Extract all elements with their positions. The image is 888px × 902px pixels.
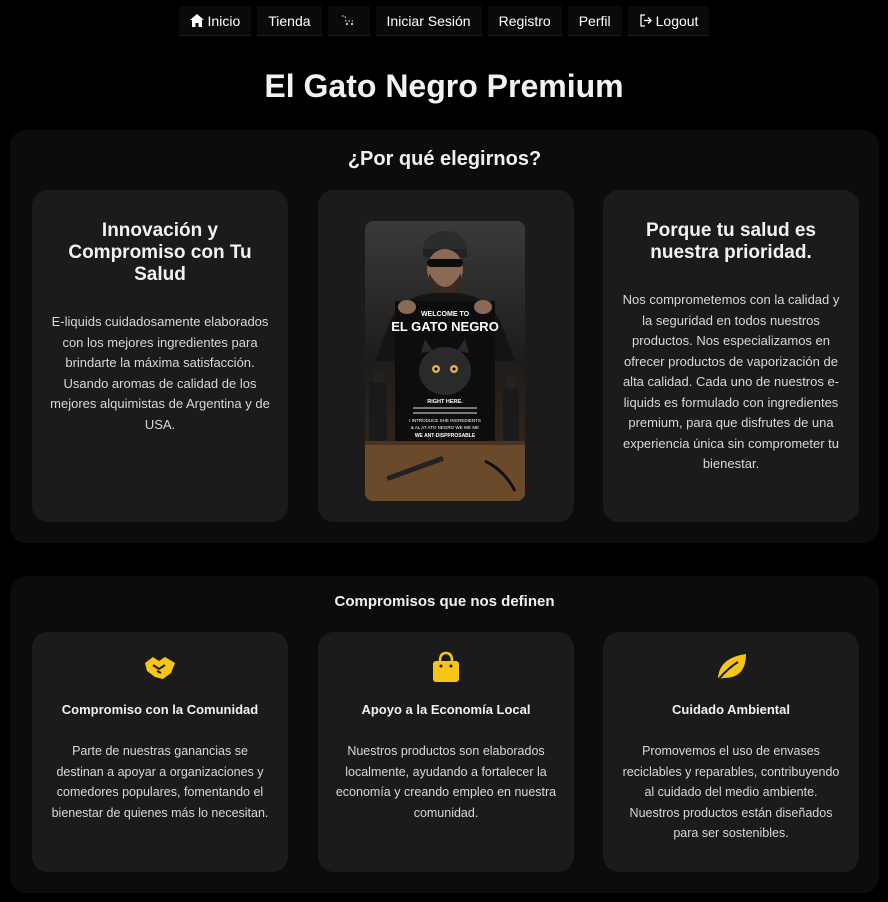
page-title: El Gato Negro Premium [264,68,624,104]
promo-poster-image: WELCOME TO EL GATO NEGRO RIGHT HERE. I I… [365,221,525,501]
poster-text-2: EL GATO NEGRO [391,319,499,334]
nav-login[interactable]: Iniciar Sesión [375,6,482,36]
poster-card: WELCOME TO EL GATO NEGRO RIGHT HERE. I I… [318,190,574,522]
community-card: Compromiso con la Comunidad Parte de nue… [32,632,288,872]
handshake-icon [48,650,272,684]
nav-register[interactable]: Registro [487,6,562,36]
local-economy-card-text: Nuestros productos son elaborados localm… [335,744,557,820]
poster-text-4: I INTRODUCE SHE INGREDIENTS [409,418,481,423]
local-economy-card: Apoyo a la Economía Local Nuestros produ… [318,632,574,872]
health-card-text: Nos comprometemos con la calidad y la se… [622,292,840,471]
leaf-icon [619,650,843,684]
logout-icon [639,14,652,27]
innovation-card-text: E-liquids cuidadosamente elaborados con … [50,314,270,432]
nav-cart[interactable] [327,6,370,36]
why-section-title: ¿Por qué elegirnos? [347,148,542,170]
why-choose-us-section: ¿Por qué elegirnos? Innovación y Comprom… [10,130,879,543]
shopping-bag-icon [334,650,558,684]
health-priority-card: Porque tu salud es nuestra prioridad. No… [603,190,859,522]
nav-shop[interactable]: Tienda [257,6,322,36]
local-economy-card-title: Apoyo a la Economía Local [361,702,531,717]
nav-profile-label: Perfil [578,12,611,29]
poster-text-1: WELCOME TO [421,311,470,318]
environment-card: Cuidado Ambiental Promovemos el uso de e… [603,632,859,872]
commitments-section: Compromisos que nos definen Compromiso c… [10,576,879,893]
community-card-title: Compromiso con la Comunidad [61,702,259,717]
nav-profile[interactable]: Perfil [567,6,622,36]
environment-card-title: Cuidado Ambiental [672,702,790,717]
health-card-title: Porque tu salud es nuestra prioridad. [646,220,816,263]
nav-home[interactable]: Inicio [178,6,252,36]
nav-login-label: Iniciar Sesión [386,12,471,29]
poster-text-6: WE ANT-DISPPROSABLE [415,433,476,439]
cart-icon [341,15,356,27]
nav-logout[interactable]: Logout [627,6,710,36]
top-navbar: Inicio Tienda Iniciar Sesión Registro Pe… [0,6,888,36]
environment-card-text: Promovemos el uso de envases reciclables… [622,744,840,840]
poster-text-5: & AL AT ATO NEGRO WE WE ME [411,425,479,430]
nav-logout-label: Logout [655,12,699,29]
nav-shop-label: Tienda [268,12,311,29]
community-card-text: Parte de nuestras ganancias se destinan … [51,744,269,820]
poster-text-3: RIGHT HERE. [427,399,463,405]
nav-register-label: Registro [498,12,551,29]
home-icon [189,14,204,27]
innovation-card-title: Innovación y Compromiso con Tu Salud [68,220,252,285]
nav-home-label: Inicio [207,12,241,29]
commitments-title: Compromisos que nos definen [334,593,555,610]
innovation-card: Innovación y Compromiso con Tu Salud E-l… [32,190,288,522]
